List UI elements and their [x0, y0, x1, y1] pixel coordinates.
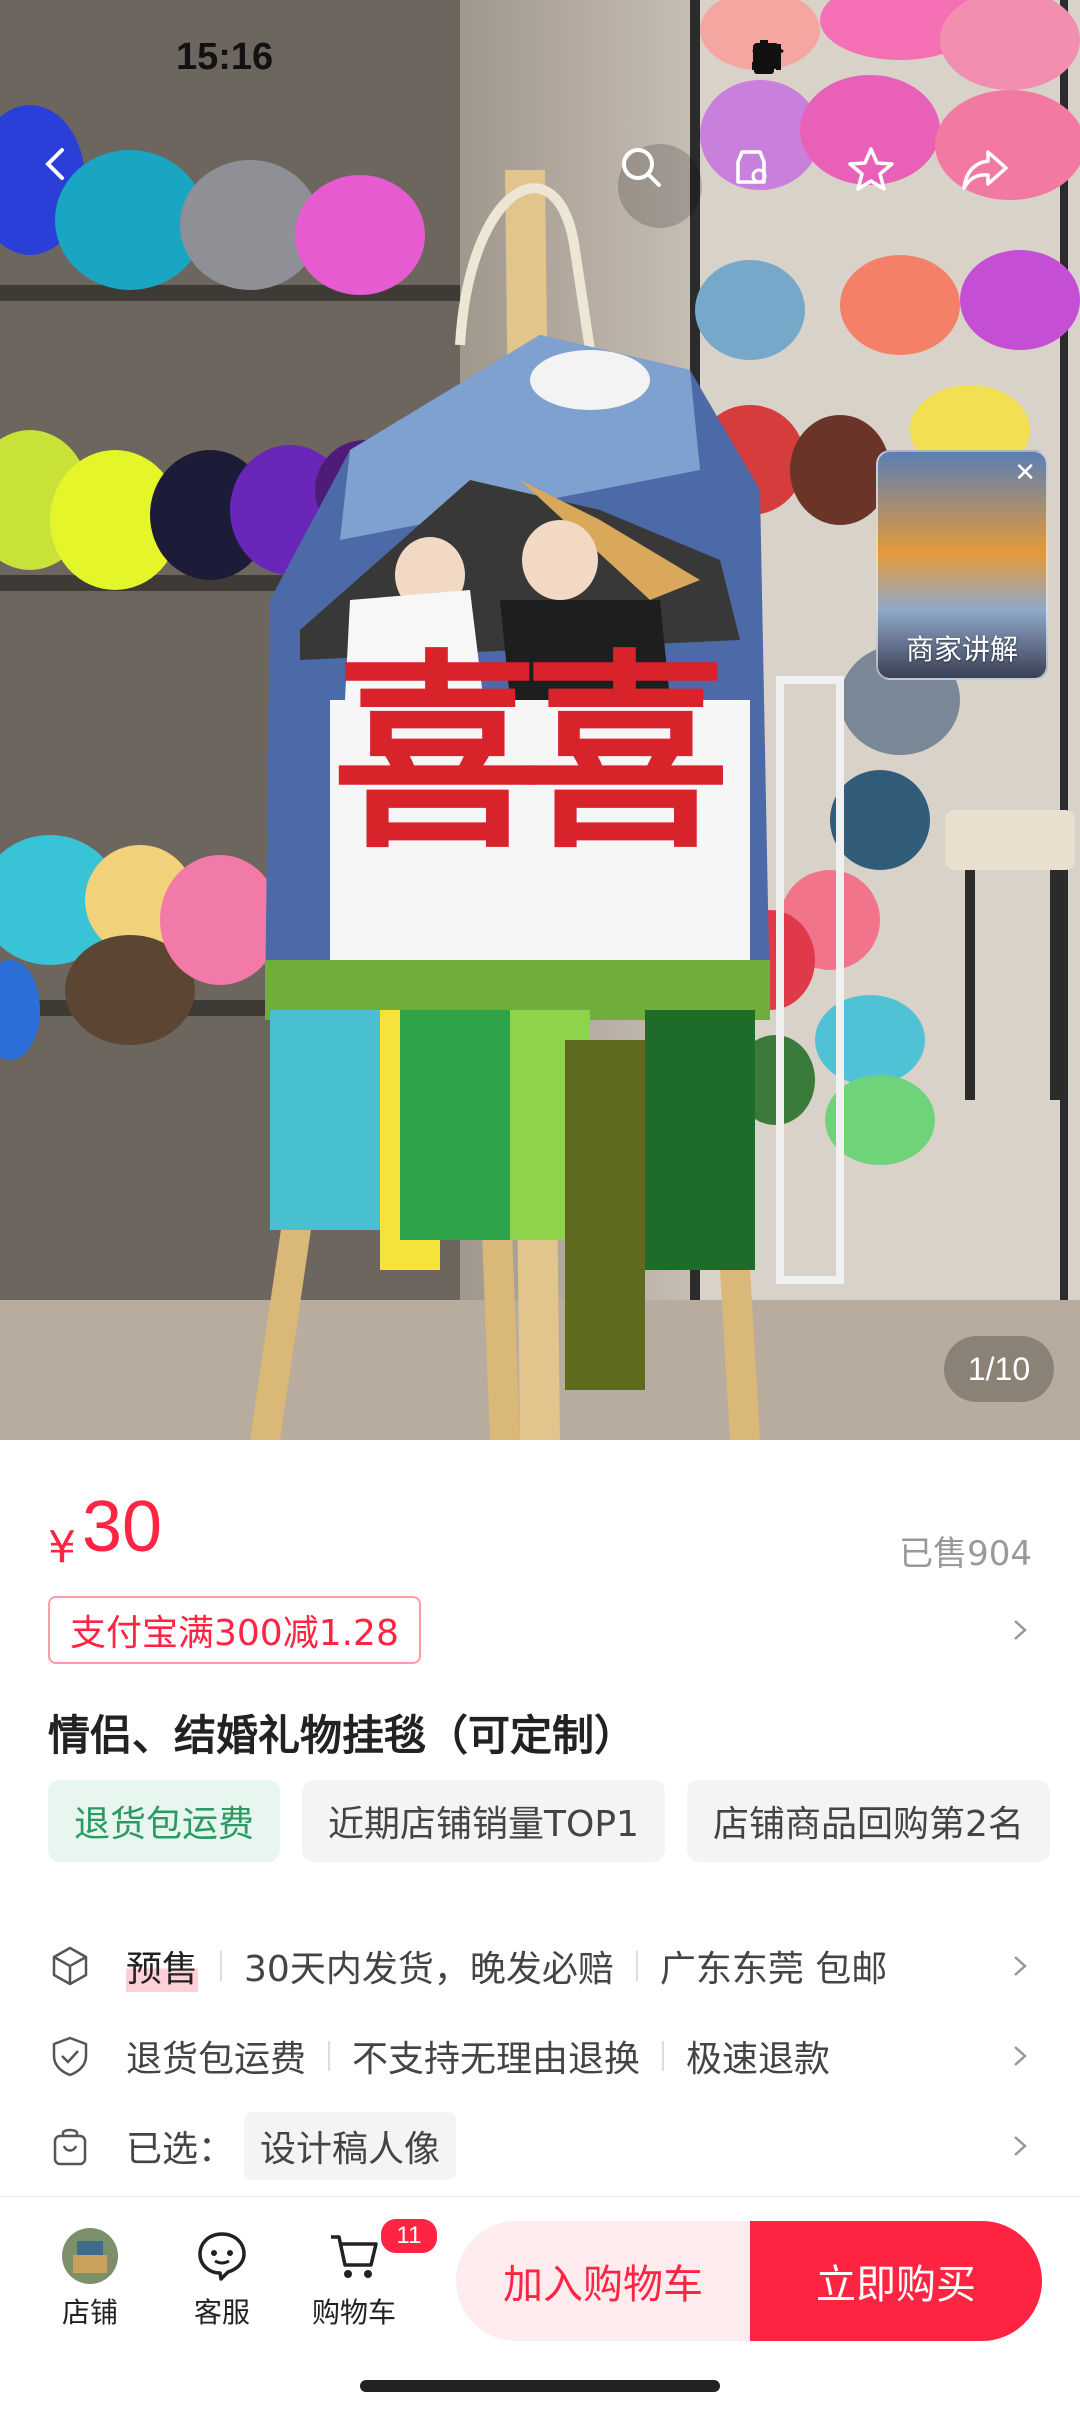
artwork-char-right: 喜: [520, 632, 731, 877]
wifi-icon: [752, 40, 928, 74]
cart-label: 购物车: [311, 2296, 396, 2329]
selected-value: 设计稿人像: [244, 2112, 457, 2180]
back-button[interactable]: [36, 144, 120, 228]
shop-button[interactable]: [728, 144, 812, 228]
shop-avatar-icon: [61, 2227, 119, 2285]
product-image-gallery[interactable]: 喜 喜 15:16 ✕ 商家讲解 1/10: [0, 0, 1080, 1440]
tag-repurchase-rank[interactable]: 店铺商品回购第2名: [686, 1780, 1050, 1862]
bluetooth-icon: [758, 40, 880, 74]
shield-check-icon: [52, 2036, 88, 2077]
service-fast-refund: 极速退款: [686, 2039, 831, 2080]
bag-icon: [53, 2128, 87, 2166]
sold-count: 已售904: [899, 1534, 1032, 1574]
coupon-badge[interactable]: 支付宝满300减1.28: [48, 1596, 421, 1664]
tag-shop-sales-top[interactable]: 近期店铺销量TOP1: [302, 1780, 665, 1862]
tag-return-shipping[interactable]: 退货包运费: [48, 1780, 281, 1862]
service-no-return: 不支持无理由退换: [352, 2039, 641, 2080]
chevron-right-icon[interactable]: [1008, 1618, 1032, 1642]
product-tags: 退货包运费 近期店铺销量TOP1 店铺商品回购第2名: [48, 1780, 1050, 1862]
close-icon[interactable]: ✕: [1014, 458, 1036, 488]
chevron-left-icon: [45, 148, 64, 180]
chat-icon: [193, 2227, 251, 2285]
chevron-right-icon: [1014, 2136, 1027, 2156]
price-currency: ¥: [48, 1522, 76, 1573]
image-page-counter: 1/10: [944, 1336, 1054, 1402]
chevron-right-icon: [1014, 2046, 1027, 2066]
alarm-icon: [755, 40, 832, 74]
shop-label: 店铺: [61, 2296, 118, 2329]
search-button[interactable]: [618, 144, 702, 228]
selected-label: 已选：: [126, 2129, 235, 2170]
customer-service-label: 客服: [193, 2296, 250, 2329]
home-indicator[interactable]: [360, 2380, 720, 2392]
artwork-char-left: 喜: [332, 632, 543, 877]
service-row[interactable]: 退货包运费 不支持无理由退换 极速退款: [48, 2026, 1032, 2086]
status-bar: 15:16: [0, 0, 1080, 120]
cart-badge: 11: [379, 2217, 439, 2255]
star-icon: [848, 147, 894, 191]
share-button[interactable]: [960, 144, 1044, 228]
ship-location: 广东东莞 包邮: [659, 1949, 888, 1990]
cart-icon: 11: [325, 2217, 439, 2285]
favorite-button[interactable]: [846, 144, 930, 228]
selected-variant-row[interactable]: 已选： 设计稿人像: [48, 2112, 1032, 2180]
signal-icon: [752, 40, 976, 74]
merchant-video-thumbnail[interactable]: ✕ 商家讲解: [876, 450, 1048, 680]
chevron-right-icon: [1014, 1956, 1027, 1976]
price-row: ¥ 30 已售904: [48, 1486, 1032, 1576]
delivery-promise: 30天内发货，晚发必赔: [244, 1949, 614, 1990]
battery-icon: [754, 40, 1024, 74]
buy-now-button[interactable]: 立即购买: [750, 2221, 1042, 2341]
price-value: 30: [82, 1487, 163, 1567]
share-icon: [962, 150, 1008, 190]
shipping-row[interactable]: 预售 30天内发货，晚发必赔 广东东莞 包邮: [48, 1936, 1032, 1996]
status-icons: [750, 40, 1024, 74]
cart-tab[interactable]: 11 购物车: [304, 2217, 439, 2331]
status-time: 15:16: [176, 36, 274, 78]
store-icon: [736, 150, 767, 184]
add-to-cart-button[interactable]: 加入购物车: [456, 2221, 750, 2341]
merchant-video-label: 商家讲解: [905, 633, 1018, 666]
customer-service-tab[interactable]: 客服: [172, 2227, 272, 2331]
service-return-shipping: 退货包运费: [126, 2039, 307, 2080]
product-title: 情侣、结婚礼物挂毯（可定制）: [48, 1711, 637, 1760]
search-icon: [622, 148, 661, 187]
presale-label: 预售: [126, 1940, 199, 1992]
shop-tab[interactable]: 店铺: [40, 2227, 140, 2331]
package-icon: [52, 1946, 88, 1986]
